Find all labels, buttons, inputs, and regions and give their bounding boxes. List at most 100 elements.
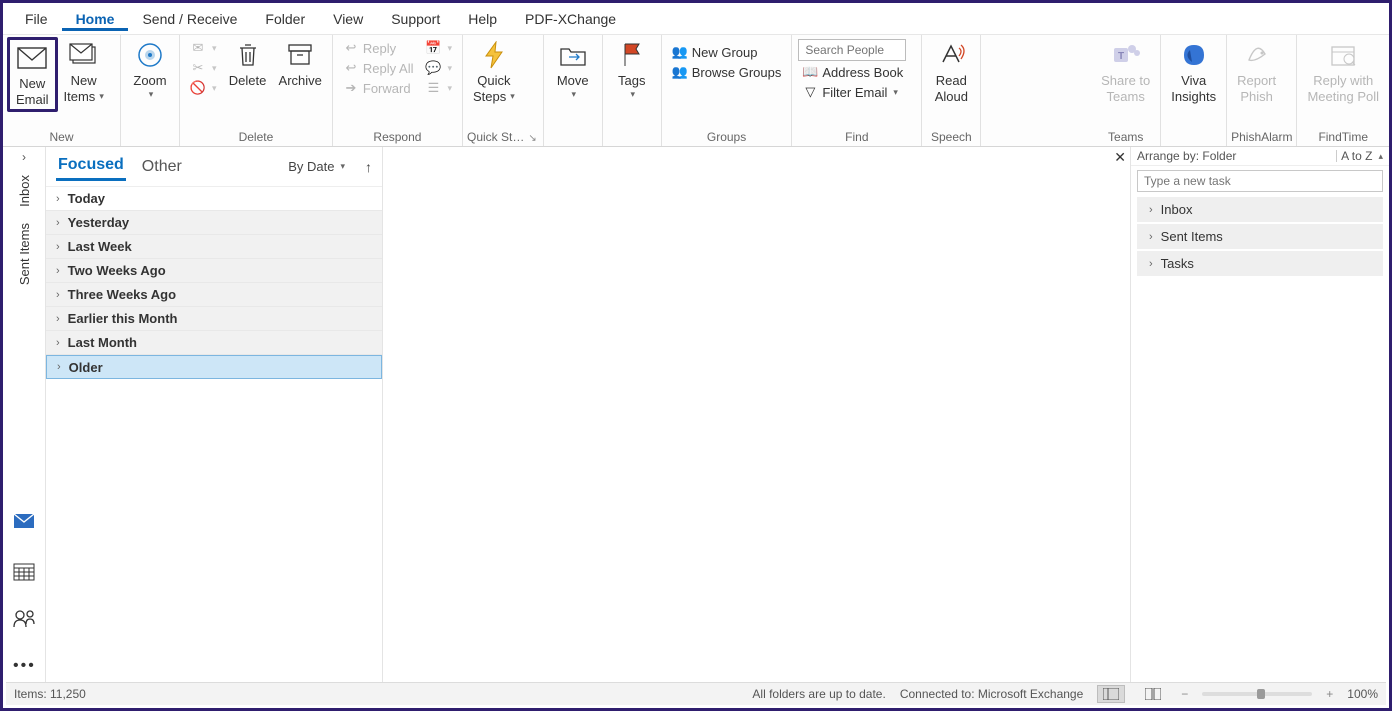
zoom-level: 100% [1347, 687, 1378, 701]
more-respond-button[interactable]: ☰▾ [421, 79, 456, 97]
share-to-teams-button[interactable]: T Share to Teams [1095, 37, 1156, 106]
chevron-down-icon: ▾ [571, 89, 576, 100]
menu-support[interactable]: Support [377, 7, 454, 31]
tab-focused[interactable]: Focused [56, 152, 126, 181]
menu-view[interactable]: View [319, 7, 377, 31]
rail-inbox[interactable]: Inbox [17, 167, 32, 215]
browse-groups-button[interactable]: 👥Browse Groups [668, 63, 786, 81]
reply-all-button[interactable]: ↩Reply All [339, 59, 418, 77]
forward-button[interactable]: ➔Forward [339, 79, 418, 97]
chevron-right-icon: › [56, 265, 60, 277]
chevron-right-icon: › [1149, 204, 1153, 216]
cleanup-button[interactable]: ✂▾ [186, 59, 221, 77]
expand-rail-button[interactable]: › [3, 147, 45, 167]
ignore-button[interactable]: ✉▾ [186, 39, 221, 57]
tags-button[interactable]: Tags ▾ [607, 37, 657, 101]
junk-button[interactable]: 🚫▾ [186, 79, 221, 97]
menu-pdf-xchange[interactable]: PDF-XChange [511, 7, 630, 31]
new-email-button[interactable]: New Email [7, 37, 58, 112]
view-normal-button[interactable] [1097, 685, 1125, 703]
chevron-down-icon: ▾ [630, 89, 635, 100]
chevron-right-icon: › [1149, 231, 1153, 243]
ribbon-group-move: Move ▾ [544, 35, 603, 146]
status-sync: All folders are up to date. [752, 687, 885, 701]
sort-direction-button[interactable]: ↑ [365, 159, 372, 175]
broom-icon: ✂ [190, 60, 206, 76]
meeting-button[interactable]: 📅▾ [421, 39, 456, 57]
chevron-right-icon: › [56, 241, 60, 253]
meeting-poll-label-2: Meeting Poll [1307, 89, 1379, 105]
filter-email-button[interactable]: ▽Filter Email▾ [798, 83, 907, 101]
reply-button[interactable]: ↩Reply [339, 39, 418, 57]
group-three-weeks-ago[interactable]: ›Three Weeks Ago [46, 283, 382, 307]
ribbon-group-phishalarm: Report Phish PhishAlarm [1227, 35, 1297, 146]
new-items-button[interactable]: New Items ▾ [58, 37, 110, 106]
reply-meeting-poll-button[interactable]: Reply with Meeting Poll [1301, 37, 1385, 106]
new-task-input[interactable] [1137, 170, 1383, 192]
report-phish-button[interactable]: Report Phish [1231, 37, 1282, 106]
arrange-by-label[interactable]: Arrange by: Folder [1137, 149, 1236, 163]
quick-steps-label-1: Quick [477, 73, 510, 89]
zoom-slider[interactable] [1202, 692, 1312, 696]
todo-folder-tasks[interactable]: ›Tasks [1137, 251, 1383, 276]
chat-icon: 💬 [425, 60, 441, 76]
menu-home[interactable]: Home [62, 7, 129, 31]
close-todo-button[interactable]: ✕ [1114, 149, 1126, 166]
content-area: › Inbox Sent Items ••• Focused Other By … [3, 147, 1389, 685]
delete-label: Delete [229, 73, 267, 89]
todo-folder-sent[interactable]: ›Sent Items [1137, 224, 1383, 249]
im-button[interactable]: 💬▾ [421, 59, 456, 77]
ribbon-group-findtime: Reply with Meeting Poll FindTime [1297, 35, 1389, 146]
zoom-button[interactable]: Zoom ▾ [125, 37, 175, 101]
status-item-count: Items: 11,250 [14, 687, 86, 701]
ribbon-group-quicksteps: Quick Steps▾ Quick St… ↘ [463, 35, 544, 146]
move-button[interactable]: Move ▾ [548, 37, 598, 101]
ribbon: New Email New Items ▾ New Zo [3, 35, 1389, 147]
zoom-in-button[interactable]: + [1326, 687, 1333, 701]
archive-button[interactable]: Archive [273, 37, 328, 91]
todo-folder-inbox[interactable]: ›Inbox [1137, 197, 1383, 222]
delete-button[interactable]: Delete [223, 37, 273, 91]
menu-send-receive[interactable]: Send / Receive [128, 7, 251, 31]
group-last-month[interactable]: ›Last Month [46, 331, 382, 355]
sort-by-date[interactable]: By Date▾ [288, 159, 345, 174]
viva-icon [1178, 39, 1210, 71]
group-earlier-this-month[interactable]: ›Earlier this Month [46, 307, 382, 331]
rail-sent-items[interactable]: Sent Items [17, 215, 32, 293]
people-module-icon[interactable] [13, 609, 35, 631]
dialog-launcher-icon[interactable]: ↘ [528, 133, 538, 146]
meeting-poll-label-1: Reply with [1313, 73, 1373, 89]
mail-module-icon[interactable] [13, 513, 35, 535]
group-yesterday[interactable]: ›Yesterday [46, 211, 382, 235]
more-modules-icon[interactable]: ••• [13, 657, 35, 679]
view-reading-button[interactable] [1139, 685, 1167, 703]
tags-label: Tags [618, 73, 645, 89]
menu-folder[interactable]: Folder [251, 7, 319, 31]
search-people-input[interactable] [798, 39, 906, 61]
tab-other[interactable]: Other [140, 154, 184, 180]
read-aloud-button[interactable]: Read Aloud [926, 37, 976, 106]
viva-label-1: Viva [1181, 73, 1206, 89]
viva-insights-button[interactable]: Viva Insights [1165, 37, 1222, 106]
flag-icon [616, 39, 648, 71]
group-two-weeks-ago[interactable]: ›Two Weeks Ago [46, 259, 382, 283]
zoom-out-button[interactable]: − [1181, 687, 1188, 701]
group-last-week[interactable]: ›Last Week [46, 235, 382, 259]
new-email-label-2: Email [16, 92, 49, 108]
new-group-button[interactable]: 👥New Group [668, 43, 786, 61]
new-items-icon [68, 39, 100, 71]
group-older[interactable]: ›Older [46, 355, 382, 379]
menu-help[interactable]: Help [454, 7, 511, 31]
group-label-delete: Delete [184, 128, 328, 146]
menu-file[interactable]: File [11, 7, 62, 31]
new-items-label-2: Items [64, 89, 96, 105]
quick-steps-button[interactable]: Quick Steps▾ [467, 37, 521, 106]
ribbon-group-tags: Tags ▾ [603, 35, 662, 146]
todo-sort[interactable]: A to Z [1341, 149, 1372, 163]
address-book-button[interactable]: 📖Address Book [798, 63, 907, 81]
calendar-module-icon[interactable] [13, 561, 35, 583]
reply-icon: ↩ [343, 40, 359, 56]
group-today[interactable]: ›Today [46, 187, 382, 211]
group-label-speech: Speech [926, 128, 976, 146]
chevron-down-icon: ▾ [510, 91, 515, 102]
